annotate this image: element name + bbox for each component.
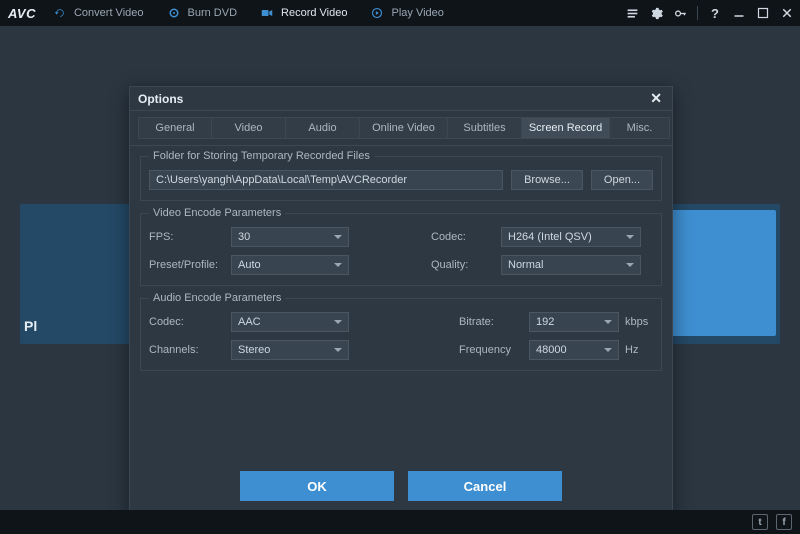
bitrate-unit: kbps [619,316,653,328]
frequency-unit: Hz [619,344,653,356]
tab-screen-record[interactable]: Screen Record [522,117,610,139]
quality-select[interactable]: Normal [501,255,641,275]
tab-subtitles[interactable]: Subtitles [448,117,522,139]
main-nav: Convert Video Burn DVD Record Video Play… [54,7,625,19]
camcorder-icon [261,7,273,19]
close-icon[interactable] [780,6,794,20]
tab-general[interactable]: General [138,117,212,139]
nav-label: Burn DVD [188,7,238,19]
audio-codec-select[interactable]: AAC [231,312,349,332]
dialog-header: Options ✕ [130,87,672,111]
help-icon[interactable]: ? [708,6,722,20]
backdrop-text: Pl [24,318,37,334]
nav-label: Convert Video [74,7,144,19]
video-encode-group: Video Encode Parameters FPS: 30 Codec: H… [140,207,662,286]
dialog-buttons: OK Cancel [130,461,672,515]
dialog-content: Folder for Storing Temporary Recorded Fi… [130,146,672,461]
frequency-label: Frequency [459,344,529,356]
facebook-icon[interactable]: f [776,514,792,530]
close-icon[interactable]: ✕ [648,90,664,107]
gear-icon[interactable] [649,6,663,20]
nav-label: Play Video [391,7,443,19]
nav-convert-video[interactable]: Convert Video [54,7,144,19]
tab-misc[interactable]: Misc. [610,117,670,139]
twitter-icon[interactable]: t [752,514,768,530]
video-codec-select[interactable]: H264 (Intel QSV) [501,227,641,247]
bitrate-label: Bitrate: [459,316,529,328]
main-stage: Pl Options ✕ General Video Audio Online … [0,26,800,510]
preset-select[interactable]: Auto [231,255,349,275]
app-logo: AVC [8,6,36,21]
maximize-icon[interactable] [756,6,770,20]
channels-select[interactable]: Stereo [231,340,349,360]
folder-legend: Folder for Storing Temporary Recorded Fi… [149,150,374,162]
preset-label: Preset/Profile: [149,259,231,271]
channels-label: Channels: [149,344,231,356]
cancel-button[interactable]: Cancel [408,471,562,501]
audio-encode-group: Audio Encode Parameters Codec: AAC Bitra… [140,292,662,371]
tab-video[interactable]: Video [212,117,286,139]
tab-audio[interactable]: Audio [286,117,360,139]
browse-button[interactable]: Browse... [511,170,583,190]
title-actions: ? [625,6,794,20]
fps-select[interactable]: 30 [231,227,349,247]
audio-codec-label: Codec: [149,316,231,328]
nav-record-video[interactable]: Record Video [261,7,347,19]
ok-button[interactable]: OK [240,471,394,501]
video-codec-label: Codec: [431,231,501,243]
dialog-tabs: General Video Audio Online Video Subtitl… [130,111,672,146]
minimize-icon[interactable] [732,6,746,20]
video-legend: Video Encode Parameters [149,207,285,219]
nav-burn-dvd[interactable]: Burn DVD [168,7,238,19]
options-dialog: Options ✕ General Video Audio Online Vid… [129,86,673,516]
play-icon [371,7,383,19]
separator [697,6,698,20]
disc-icon [168,7,180,19]
key-icon[interactable] [673,6,687,20]
refresh-icon [54,7,66,19]
nav-label: Record Video [281,7,347,19]
quality-label: Quality: [431,259,501,271]
bitrate-select[interactable]: 192 [529,312,619,332]
list-icon[interactable] [625,6,639,20]
folder-group: Folder for Storing Temporary Recorded Fi… [140,150,662,201]
audio-legend: Audio Encode Parameters [149,292,285,304]
tab-online-video[interactable]: Online Video [360,117,448,139]
open-button[interactable]: Open... [591,170,653,190]
nav-play-video[interactable]: Play Video [371,7,443,19]
dialog-title: Options [138,92,183,106]
statusbar: t f [0,510,800,534]
folder-path-input[interactable] [149,170,503,190]
frequency-select[interactable]: 48000 [529,340,619,360]
fps-label: FPS: [149,231,231,243]
titlebar: AVC Convert Video Burn DVD Record Video … [0,0,800,26]
